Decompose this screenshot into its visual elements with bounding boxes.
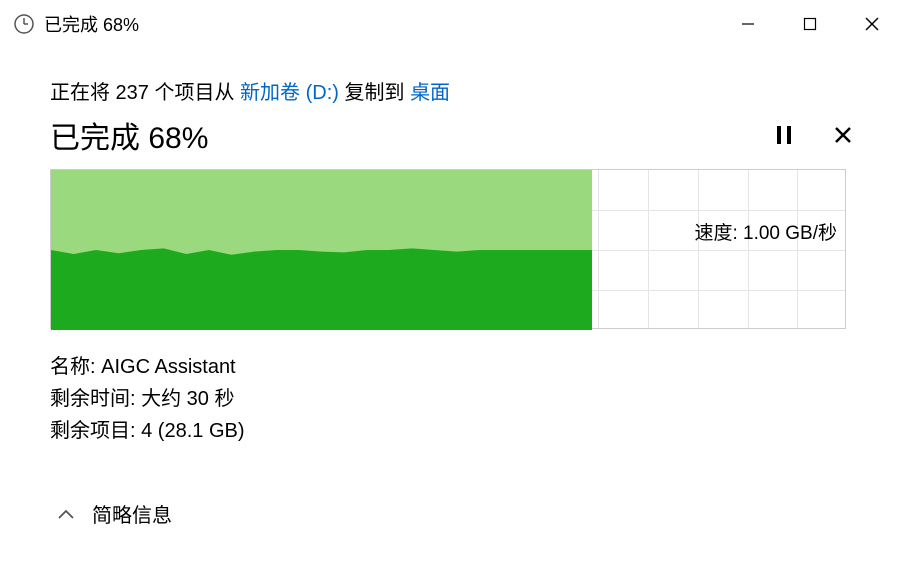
window-controls bbox=[717, 0, 903, 48]
destination-link[interactable]: 桌面 bbox=[410, 82, 450, 104]
close-button[interactable] bbox=[841, 0, 903, 48]
detail-items-remaining: 剩余项目: 4 (28.1 GB) bbox=[50, 415, 853, 447]
copy-description: 正在将 237 个项目从 新加卷 (D:) 复制到 桌面 bbox=[50, 76, 853, 105]
cancel-button[interactable] bbox=[833, 125, 853, 145]
copy-middle: 复制到 bbox=[339, 82, 410, 104]
detail-name-label: 名称: bbox=[50, 356, 101, 378]
detail-items-value: 4 (28.1 GB) bbox=[141, 420, 244, 442]
detail-name: 名称: AIGC Assistant bbox=[50, 351, 853, 383]
brief-info-toggle[interactable]: 简略信息 bbox=[50, 499, 853, 528]
detail-time-label: 剩余时间: bbox=[50, 388, 141, 410]
progress-percent-text: 已完成 68% bbox=[50, 113, 208, 157]
titlebar: 已完成 68% bbox=[0, 0, 903, 48]
maximize-button[interactable] bbox=[779, 0, 841, 48]
detail-time-value: 大约 30 秒 bbox=[141, 388, 234, 410]
speed-label: 速度: 1.00 GB/秒 bbox=[694, 218, 837, 245]
brief-info-label: 简略信息 bbox=[92, 499, 172, 528]
clock-icon bbox=[12, 12, 36, 36]
pause-button[interactable] bbox=[775, 124, 793, 146]
detail-time-remaining: 剩余时间: 大约 30 秒 bbox=[50, 383, 853, 415]
speed-chart: 速度: 1.00 GB/秒 bbox=[50, 169, 846, 329]
transfer-details: 名称: AIGC Assistant 剩余时间: 大约 30 秒 剩余项目: 4… bbox=[50, 351, 853, 447]
copy-prefix: 正在将 237 个项目从 bbox=[50, 82, 240, 104]
titlebar-title: 已完成 68% bbox=[44, 11, 717, 37]
chevron-up-icon bbox=[58, 502, 74, 525]
source-link[interactable]: 新加卷 (D:) bbox=[240, 82, 339, 104]
minimize-button[interactable] bbox=[717, 0, 779, 48]
detail-name-value: AIGC Assistant bbox=[101, 356, 236, 378]
detail-items-label: 剩余项目: bbox=[50, 420, 141, 442]
